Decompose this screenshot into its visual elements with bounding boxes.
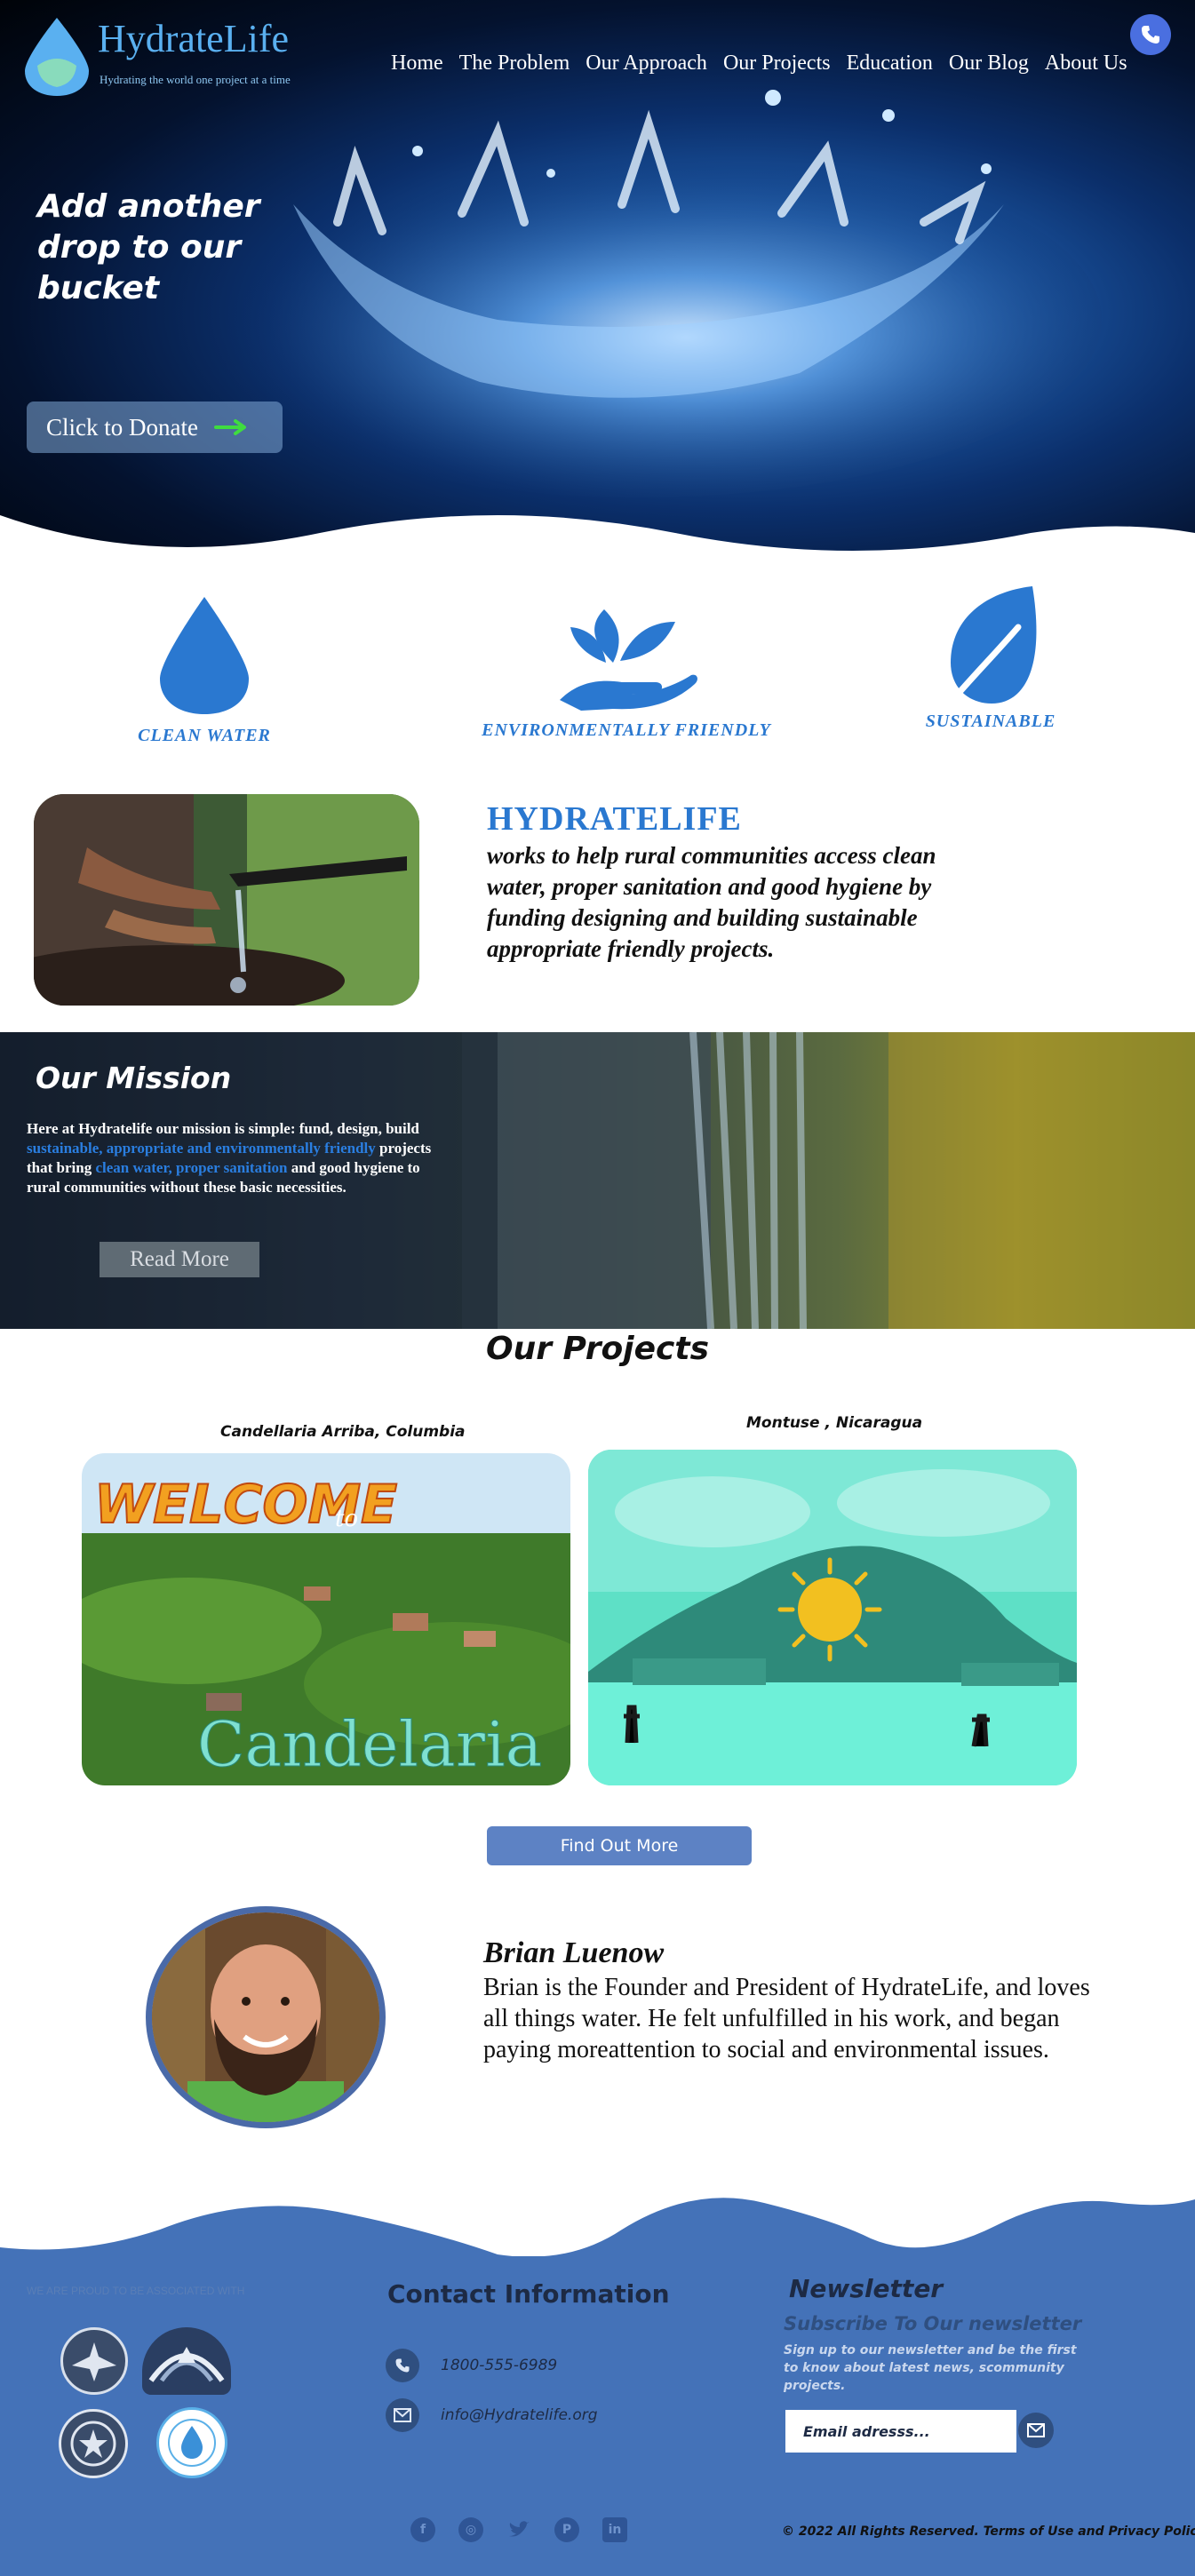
projects-title: Our Projects <box>485 1331 709 1367</box>
project-image-candelaria[interactable]: WELCOME to Candelaria <box>82 1453 570 1785</box>
feature-label: CLEAN WATER <box>138 726 271 745</box>
project-image-montuse[interactable] <box>588 1450 1077 1785</box>
donate-button-label: Click to Donate <box>46 413 198 441</box>
mail-icon <box>1027 2423 1045 2437</box>
linkedin-icon[interactable]: in <box>602 2517 627 2542</box>
phone-button[interactable] <box>1130 14 1171 55</box>
about-text: works to help rural communities access c… <box>487 842 936 962</box>
contact-title: Contact Information <box>387 2279 670 2309</box>
to-overlay-text: to <box>335 1506 358 1532</box>
arrow-right-icon <box>213 419 246 435</box>
partners-label: WE ARE PROUD TO BE ASSOCIATED WITH <box>27 2285 245 2297</box>
mission-section: Our Mission Here at Hydratelife our miss… <box>0 1032 1195 1329</box>
contact-phone[interactable]: 1800-555-6989 <box>386 2349 557 2382</box>
feature-clean-water: CLEAN WATER <box>116 593 293 746</box>
read-more-label: Read More <box>130 1247 229 1271</box>
hero-heading: Add another drop to our bucket <box>37 188 260 306</box>
project-caption-candelaria: Candellaria Arriba, Columbia <box>220 1423 466 1441</box>
contact-phone-text: 1800-555-6989 <box>441 2357 558 2374</box>
hand-leaves-icon <box>560 609 697 711</box>
newsletter-email-input[interactable] <box>785 2410 1016 2453</box>
candelaria-overlay-text: Candelaria <box>197 1708 542 1781</box>
founder-photo <box>146 1906 386 2128</box>
logo[interactable]: HydrateLife Hydrating the world one proj… <box>21 16 359 105</box>
nav-about-us[interactable]: About Us <box>1045 52 1127 76</box>
nav-education[interactable]: Education <box>847 52 933 76</box>
logo-title: HydrateLife <box>98 17 289 60</box>
nav-our-blog[interactable]: Our Blog <box>949 52 1029 76</box>
facebook-icon[interactable]: f <box>410 2517 435 2542</box>
nav-our-projects[interactable]: Our Projects <box>723 52 831 76</box>
partner-badge-rainbow[interactable] <box>142 2327 231 2395</box>
feature-environmentally-friendly: ENVIRONMENTALLY FRIENDLY <box>480 600 773 741</box>
nav-home[interactable]: Home <box>391 52 443 76</box>
feature-label: SUSTAINABLE <box>925 712 1056 731</box>
find-out-more-button[interactable]: Find Out More <box>487 1826 752 1865</box>
founder-name: Brian Luenow <box>483 1936 665 1969</box>
about-title: HYDRATELIFE <box>487 800 742 838</box>
founder-bio: Brian is the Founder and President of Hy… <box>483 1974 1090 2063</box>
newsletter-description: Sign up to our newsletter and be the fir… <box>784 2343 1077 2393</box>
contact-email-text: info@Hydratelife.org <box>441 2406 598 2424</box>
project-caption-montuse: Montuse , Nicaragua <box>746 1414 923 1432</box>
mission-text-part: Here at Hydratelife our mission is simpl… <box>27 1120 419 1137</box>
hero-section: HydrateLife Hydrating the world one proj… <box>0 0 1195 568</box>
feature-label: ENVIRONMENTALLY FRIENDLY <box>482 720 771 740</box>
instagram-icon[interactable]: ◎ <box>458 2517 483 2542</box>
mission-highlight: sustainable, appropriate and environment… <box>27 1140 376 1157</box>
partner-badge-seal[interactable] <box>59 2409 128 2478</box>
tap-water-photo <box>34 794 419 1006</box>
twitter-icon[interactable] <box>506 2517 531 2542</box>
donate-button[interactable]: Click to Donate <box>27 402 283 453</box>
social-links: f ◎ P in <box>410 2517 627 2542</box>
phone-icon <box>386 2349 419 2382</box>
logo-tagline: Hydrating the world one project at a tim… <box>100 73 291 86</box>
copyright: © 2022 All Rights Reserved. Terms of Use… <box>782 2524 1195 2539</box>
nav-our-approach[interactable]: Our Approach <box>586 52 707 76</box>
nav-the-problem[interactable]: The Problem <box>459 52 570 76</box>
mission-title: Our Mission <box>36 1061 232 1095</box>
water-drop-logo-icon <box>25 18 89 96</box>
newsletter-title: Newsletter <box>789 2274 944 2303</box>
contact-email[interactable]: info@Hydratelife.org <box>386 2398 598 2432</box>
mission-highlight: clean water, proper sanitation <box>95 1159 288 1176</box>
partner-badge-water[interactable] <box>156 2407 227 2478</box>
partner-badge-eagle[interactable] <box>60 2327 128 2395</box>
footer-wave <box>0 2198 1195 2265</box>
newsletter-subtitle: Subscribe To Our newsletter <box>784 2313 1082 2334</box>
pinterest-icon[interactable]: P <box>554 2517 579 2542</box>
mail-icon <box>386 2398 419 2432</box>
phone-icon <box>1142 26 1159 44</box>
find-out-more-label: Find Out More <box>560 1836 679 1856</box>
leaf-icon <box>951 586 1037 704</box>
feature-sustainable: SUSTAINABLE <box>906 583 1075 732</box>
main-nav: Home The Problem Our Approach Our Projec… <box>391 52 1127 76</box>
mission-text: Here at Hydratelife our mission is simpl… <box>27 1119 453 1197</box>
read-more-button[interactable]: Read More <box>100 1242 259 1277</box>
newsletter-submit-button[interactable] <box>1018 2413 1054 2448</box>
water-drop-icon <box>160 597 249 714</box>
